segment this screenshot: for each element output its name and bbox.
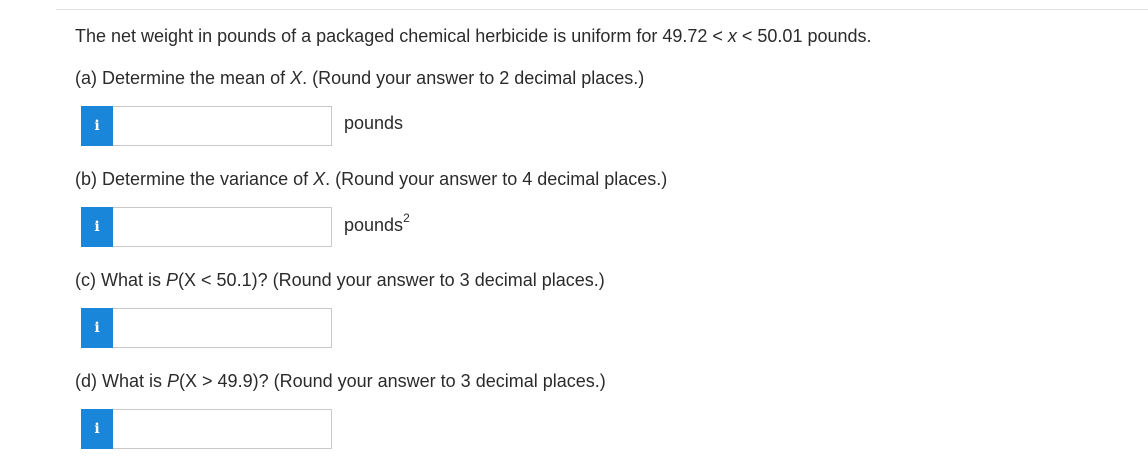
part-d-prompt-start: (d) What is bbox=[75, 371, 168, 391]
part-a-answer-row: i pounds bbox=[81, 105, 403, 147]
problem-statement-text-end: < 50.01 pounds. bbox=[736, 26, 872, 46]
part-a-unit: pounds bbox=[344, 113, 403, 134]
part-b-prompt-variable: X bbox=[313, 169, 326, 189]
part-b-unit: pounds2 bbox=[344, 210, 410, 236]
top-divider bbox=[56, 9, 1148, 10]
info-icon: i bbox=[94, 219, 100, 235]
part-d-answer-row: i bbox=[81, 408, 332, 450]
problem-statement: The net weight in pounds of a packaged c… bbox=[75, 25, 872, 47]
problem-statement-text-start: The net weight in pounds of a packaged c… bbox=[75, 26, 728, 46]
part-c-answer-input[interactable] bbox=[113, 308, 332, 348]
part-c-prompt-start: (c) What is bbox=[75, 270, 167, 290]
part-a-prompt: (a) Determine the mean of X. (Round your… bbox=[75, 67, 644, 89]
part-b-unit-text: pounds bbox=[344, 214, 404, 235]
part-a-prompt-end: . (Round your answer to 2 decimal places… bbox=[302, 68, 645, 88]
part-b-prompt: (b) Determine the variance of X. (Round … bbox=[75, 168, 667, 190]
part-d-prompt: (d) What is P(X > 49.9)? (Round your ans… bbox=[75, 370, 606, 392]
part-c-prompt-end: (X < 50.1)? (Round your answer to 3 deci… bbox=[178, 270, 605, 290]
part-a-info-button[interactable]: i bbox=[81, 106, 113, 146]
info-icon: i bbox=[94, 320, 100, 336]
part-b-prompt-end: . (Round your answer to 4 decimal places… bbox=[325, 169, 668, 189]
part-b-info-button[interactable]: i bbox=[81, 207, 113, 247]
info-icon: i bbox=[94, 421, 100, 437]
problem-statement-variable: x bbox=[727, 26, 737, 46]
part-a-prompt-start: (a) Determine the mean of bbox=[75, 68, 291, 88]
info-icon: i bbox=[94, 118, 100, 134]
part-a-prompt-variable: X bbox=[290, 68, 303, 88]
part-d-info-button[interactable]: i bbox=[81, 409, 113, 449]
part-b-answer-row: i pounds2 bbox=[81, 206, 410, 248]
part-b-unit-exponent: 2 bbox=[403, 210, 410, 225]
part-d-answer-input[interactable] bbox=[113, 409, 332, 449]
part-d-prompt-variable: P bbox=[167, 371, 180, 391]
part-c-prompt: (c) What is P(X < 50.1)? (Round your ans… bbox=[75, 269, 605, 291]
part-b-prompt-start: (b) Determine the variance of bbox=[75, 169, 314, 189]
part-b-answer-input[interactable] bbox=[113, 207, 332, 247]
part-c-prompt-variable: P bbox=[166, 270, 179, 290]
part-c-answer-row: i bbox=[81, 307, 332, 349]
part-a-unit-text: pounds bbox=[344, 112, 404, 133]
part-d-prompt-end: (X > 49.9)? (Round your answer to 3 deci… bbox=[179, 371, 606, 391]
part-c-info-button[interactable]: i bbox=[81, 308, 113, 348]
part-a-answer-input[interactable] bbox=[113, 106, 332, 146]
